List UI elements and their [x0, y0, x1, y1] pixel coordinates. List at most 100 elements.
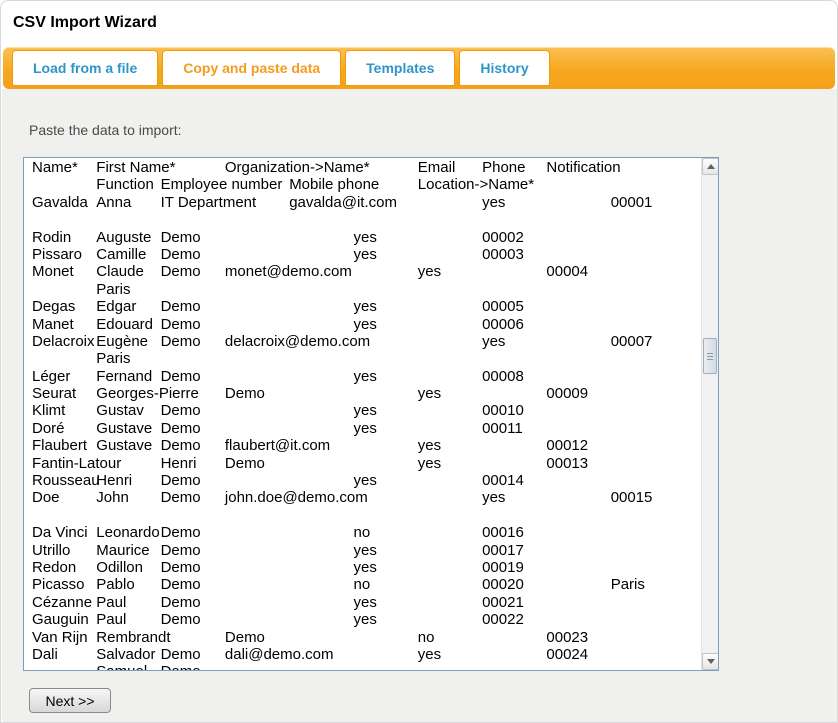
- csv-cell: yes: [354, 472, 377, 489]
- csv-cell: 00006: [482, 316, 524, 333]
- csv-cell: yes: [418, 437, 441, 454]
- csv-cell: Odillon: [96, 559, 143, 576]
- csv-cell: Demo: [161, 333, 201, 350]
- csv-import-wizard-window: CSV Import Wizard Load from a fileCopy a…: [0, 0, 838, 723]
- csv-cell: Rousseau: [32, 472, 100, 489]
- csv-cell: yes: [418, 646, 441, 663]
- csv-cell: 00013: [546, 455, 588, 472]
- csv-cell: 00022: [482, 611, 524, 628]
- csv-row: Van RijnRembrandtDemono00023: [32, 629, 701, 646]
- scrollbar-grip-icon: [707, 353, 713, 354]
- csv-cell: monet@demo.com: [225, 263, 352, 280]
- csv-cell: Seurat: [32, 385, 76, 402]
- scroll-up-button[interactable]: [702, 158, 719, 175]
- tab-templates[interactable]: Templates: [345, 50, 455, 86]
- csv-row: PicassoPabloDemono00020Paris: [32, 576, 701, 593]
- next-button[interactable]: Next >>: [29, 688, 111, 713]
- csv-cell: 00001: [611, 194, 653, 211]
- vertical-scrollbar[interactable]: [701, 158, 718, 670]
- csv-cell: Paris: [611, 576, 645, 593]
- csv-cell: delacroix@demo.com: [225, 333, 370, 350]
- csv-paste-area[interactable]: Name*First Name*Organization->Name*Email…: [23, 157, 719, 671]
- csv-cell: 00019: [482, 559, 524, 576]
- csv-row: RodinAugusteDemoyes00002: [32, 229, 701, 246]
- csv-cell: gavalda@it.com: [289, 194, 397, 211]
- csv-cell: First Name*: [96, 159, 175, 176]
- csv-cell: Picasso: [32, 576, 85, 593]
- csv-row: Fantin-LatourHenriDemoyes00013: [32, 455, 701, 472]
- csv-cell: Flaubert: [32, 437, 87, 454]
- csv-cell: Demo: [161, 663, 201, 670]
- csv-cell: yes: [418, 385, 441, 402]
- csv-cell: 00004: [546, 263, 588, 280]
- csv-row: FlaubertGustaveDemoflaubert@it.comyes000…: [32, 437, 701, 454]
- csv-cell: Gustav: [96, 402, 144, 419]
- csv-cell: Demo: [161, 576, 201, 593]
- csv-cell: Demo: [161, 542, 201, 559]
- csv-cell: Paris: [96, 281, 130, 298]
- tab-history[interactable]: History: [459, 50, 549, 86]
- tab-copy-and-paste-data[interactable]: Copy and paste data: [162, 50, 341, 86]
- csv-row: PissaroCamilleDemoyes00003: [32, 246, 701, 263]
- csv-cell: Demo: [161, 246, 201, 263]
- csv-row: MonetClaudeDemomonet@demo.comyes00004: [32, 263, 701, 280]
- csv-cell: Gustave: [96, 437, 152, 454]
- csv-cell: IT Department: [161, 194, 257, 211]
- csv-cell: Pablo: [96, 576, 134, 593]
- csv-cell: Utrillo: [32, 542, 70, 559]
- scroll-down-button[interactable]: [702, 653, 719, 670]
- csv-cell: Samuel: [96, 663, 147, 670]
- csv-cell: Mobile phone: [289, 176, 379, 193]
- csv-cell: Demo: [161, 229, 201, 246]
- csv-cell: Gauguin: [32, 611, 89, 628]
- csv-cell: 00021: [482, 594, 524, 611]
- csv-row: Paris: [32, 281, 701, 298]
- csv-cell: Rembrandt: [96, 629, 170, 646]
- csv-row: LégerFernandDemoyes00008: [32, 368, 701, 385]
- csv-cell: yes: [354, 611, 377, 628]
- csv-cell: Gustave: [96, 420, 152, 437]
- csv-cell: 00023: [546, 629, 588, 646]
- csv-cell: 00010: [482, 402, 524, 419]
- csv-row: Da VinciLeonardoDemono00016: [32, 524, 701, 541]
- csv-cell: 00017: [482, 542, 524, 559]
- csv-cell: Location->Name*: [418, 176, 534, 193]
- csv-row: Samuel Demo: [32, 663, 701, 670]
- csv-cell: yes: [354, 542, 377, 559]
- csv-cell: Phone: [482, 159, 525, 176]
- csv-cell: Dali: [32, 646, 58, 663]
- csv-cell: 00009: [546, 385, 588, 402]
- csv-cell: Demo: [161, 594, 201, 611]
- csv-cell: Rodin: [32, 229, 71, 246]
- csv-cell: Anna: [96, 194, 131, 211]
- csv-cell: Da Vinci: [32, 524, 88, 541]
- csv-cell: Edouard: [96, 316, 153, 333]
- tab-load-from-a-file[interactable]: Load from a file: [12, 50, 158, 86]
- csv-cell: Email: [418, 159, 456, 176]
- csv-cell: Klimt: [32, 402, 65, 419]
- csv-row: GavaldaAnnaIT Departmentgavalda@it.comye…: [32, 194, 701, 211]
- csv-cell: Cézanne: [32, 594, 92, 611]
- csv-cell: Monet: [32, 263, 74, 280]
- csv-cell: Demo: [161, 559, 201, 576]
- csv-cell: Doré: [32, 420, 65, 437]
- csv-row: UtrilloMauriceDemoyes00017: [32, 542, 701, 559]
- csv-cell: Name*: [32, 159, 78, 176]
- csv-row: Paris: [32, 350, 701, 367]
- csv-cell: yes: [354, 559, 377, 576]
- csv-cell: 00011: [482, 420, 523, 437]
- csv-text[interactable]: Name*First Name*Organization->Name*Email…: [24, 158, 701, 670]
- csv-cell: 00002: [482, 229, 524, 246]
- csv-cell: flaubert@it.com: [225, 437, 330, 454]
- csv-cell: Demo: [161, 420, 201, 437]
- csv-row: CézannePaulDemoyes00021: [32, 594, 701, 611]
- scrollbar-thumb[interactable]: [703, 338, 717, 374]
- page-title: CSV Import Wizard: [13, 14, 157, 32]
- csv-cell: Van Rijn: [32, 629, 88, 646]
- csv-cell: Employee number: [161, 176, 283, 193]
- csv-cell: Demo: [161, 316, 201, 333]
- csv-cell: Demo: [161, 611, 201, 628]
- csv-cell: Edgar: [96, 298, 136, 315]
- csv-cell: Redon: [32, 559, 76, 576]
- csv-row: SeuratGeorges-PierreDemoyes00009: [32, 385, 701, 402]
